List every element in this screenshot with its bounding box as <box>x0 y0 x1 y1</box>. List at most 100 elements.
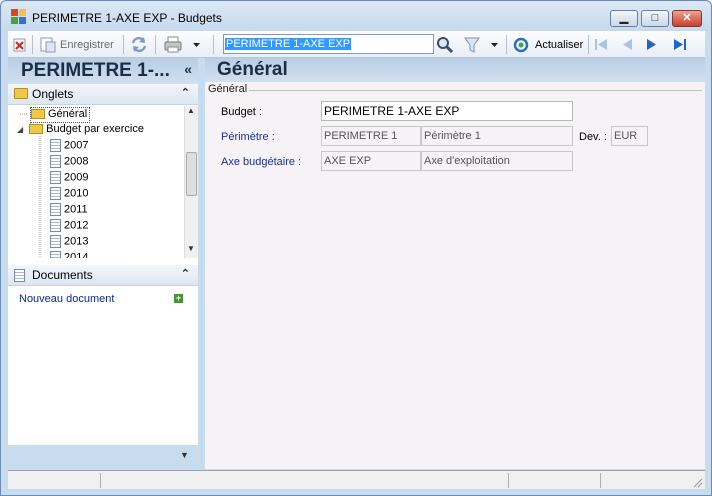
toolbar: Enregistrer PERIMETRE 1-AXE EXP Actualis… <box>8 31 705 58</box>
tree-item-year-label: 2011 <box>64 203 88 216</box>
tree-item-year[interactable]: 2008 <box>50 155 88 171</box>
minimize-button[interactable]: ▁ <box>610 10 638 27</box>
filter-icon[interactable] <box>463 35 481 54</box>
minimize-icon: ▁ <box>619 12 629 24</box>
search-input[interactable]: PERIMETRE 1-AXE EXP <box>223 34 434 54</box>
window-title-separator: - <box>170 11 175 25</box>
tree-item-general[interactable]: Général <box>30 107 91 123</box>
tree-item-general-label: Général <box>48 108 88 120</box>
tree-item-budget-label: Budget par exercice <box>46 123 144 135</box>
window-title-record: PERIMETRE 1-AXE EXP <box>32 11 168 25</box>
tree-item-year[interactable]: 2014 <box>50 251 88 258</box>
search-icon[interactable] <box>436 35 454 54</box>
tree-item-year[interactable]: 2010 <box>50 187 88 203</box>
tree-item-year-label: 2007 <box>64 139 89 152</box>
delete-icon[interactable] <box>12 35 28 54</box>
document-icon <box>50 235 61 248</box>
documents-label: Documents <box>32 268 93 282</box>
document-icon <box>50 171 61 184</box>
close-icon: ✕ <box>682 12 692 24</box>
tree-item-year[interactable]: 2013 <box>50 235 88 251</box>
group-label: Général <box>208 83 250 95</box>
navigation-header: PERIMETRE 1-... « <box>8 58 198 84</box>
refresh-icon[interactable] <box>512 35 530 54</box>
navigation-panel: PERIMETRE 1-... « Onglets ⌃ Général ◢ Bud… <box>8 58 198 469</box>
status-bar <box>8 470 705 489</box>
status-divider <box>600 473 601 488</box>
tree-item-year[interactable]: 2012 <box>50 219 88 235</box>
axe-budgetaire-label[interactable]: Axe budgétaire : <box>221 156 301 168</box>
refresh-button[interactable]: Actualiser <box>535 39 583 51</box>
tree-item-year[interactable]: 2009 <box>50 171 88 187</box>
maximize-button[interactable]: □ <box>641 10 669 27</box>
scroll-up-icon[interactable]: ▲ <box>187 106 195 115</box>
tree-item-year-label: 2012 <box>64 219 89 232</box>
tree-item-year-label: 2008 <box>64 155 89 168</box>
page-title: Général <box>217 59 288 80</box>
print-icon[interactable] <box>163 35 183 54</box>
document-icon <box>50 139 61 152</box>
save-icon[interactable] <box>39 35 57 54</box>
print-dropdown-icon[interactable] <box>192 35 202 54</box>
folder-icon <box>14 88 28 99</box>
title-bar[interactable]: PERIMETRE 1-AXE EXP - Budgets ▁ □ ✕ <box>1 1 711 31</box>
document-icon <box>50 203 61 216</box>
status-divider <box>508 473 509 488</box>
add-document-icon[interactable]: + <box>174 294 183 303</box>
tree-item-budget-par-exercice[interactable]: ◢ Budget par exercice <box>17 123 144 139</box>
axe-code-field: AXE EXP <box>321 151 421 171</box>
document-icon <box>50 219 61 232</box>
tree-item-year-label: 2009 <box>64 171 89 184</box>
tree-item-year-label: 2010 <box>64 187 89 200</box>
tree-item-year-label: 2014 <box>64 251 89 258</box>
tree-item-year-label: 2013 <box>64 235 89 248</box>
scrollbar-thumb[interactable] <box>186 152 197 196</box>
next-record-icon[interactable] <box>645 35 659 54</box>
filter-dropdown-icon[interactable] <box>490 35 500 54</box>
onglets-tree: Général ◢ Budget par exercice 2007 2008 2… <box>8 106 184 258</box>
tree-item-year[interactable]: 2011 <box>50 203 88 219</box>
perimetre-label[interactable]: Périmètre : <box>221 131 275 143</box>
close-button[interactable]: ✕ <box>672 10 702 27</box>
window-title-module: Budgets <box>177 11 222 25</box>
sync-icon[interactable] <box>129 35 149 54</box>
document-icon <box>50 251 61 258</box>
devise-field: EUR <box>611 126 648 146</box>
resize-grip-icon[interactable] <box>691 476 703 488</box>
last-record-icon[interactable] <box>672 35 688 54</box>
chevron-down-icon[interactable]: ▼ <box>180 450 189 460</box>
window-title: PERIMETRE 1-AXE EXP - Budgets <box>32 11 222 25</box>
document-icon <box>50 155 61 168</box>
app-icon <box>11 9 27 25</box>
previous-record-icon[interactable] <box>620 35 634 54</box>
open-folder-icon <box>31 109 45 120</box>
devise-label: Dev. : <box>579 131 607 143</box>
budget-label: Budget : <box>221 106 262 118</box>
tree-scrollbar[interactable]: ▲ ▼ <box>184 106 198 258</box>
app-window: PERIMETRE 1-AXE EXP - Budgets ▁ □ ✕ Enre… <box>0 0 712 496</box>
document-icon <box>50 187 61 200</box>
new-document-link[interactable]: Nouveau document <box>19 293 114 305</box>
budget-field[interactable]: PERIMETRE 1-AXE EXP <box>321 101 573 121</box>
tree-item-year[interactable]: 2007 <box>50 139 88 155</box>
scroll-down-icon[interactable]: ▼ <box>187 244 195 253</box>
search-input-value: PERIMETRE 1-AXE EXP <box>225 38 352 50</box>
status-divider <box>100 473 101 488</box>
axe-name-field: Axe d'exploitation <box>421 151 573 171</box>
perimetre-name-field: Périmètre 1 <box>421 126 573 146</box>
documents-icon <box>14 269 25 282</box>
onglets-label: Onglets <box>32 87 74 101</box>
maximize-icon: □ <box>651 12 659 24</box>
chevron-up-icon[interactable]: ⌃ <box>181 86 190 99</box>
onglets-section-header[interactable]: Onglets ⌃ <box>8 84 198 105</box>
save-button[interactable]: Enregistrer <box>60 39 114 51</box>
perimetre-code-field: PERIMETRE 1 <box>321 126 421 146</box>
navigation-footer: ▼ <box>8 445 198 469</box>
group-divider <box>208 90 702 91</box>
collapse-panel-icon[interactable]: « <box>184 61 192 77</box>
first-record-icon[interactable] <box>593 35 609 54</box>
chevron-up-icon[interactable]: ⌃ <box>181 267 190 280</box>
documents-section-header[interactable]: Documents ⌃ <box>8 265 198 286</box>
expand-arrow-icon[interactable]: ◢ <box>17 125 23 134</box>
navigation-title: PERIMETRE 1-... <box>21 60 170 81</box>
